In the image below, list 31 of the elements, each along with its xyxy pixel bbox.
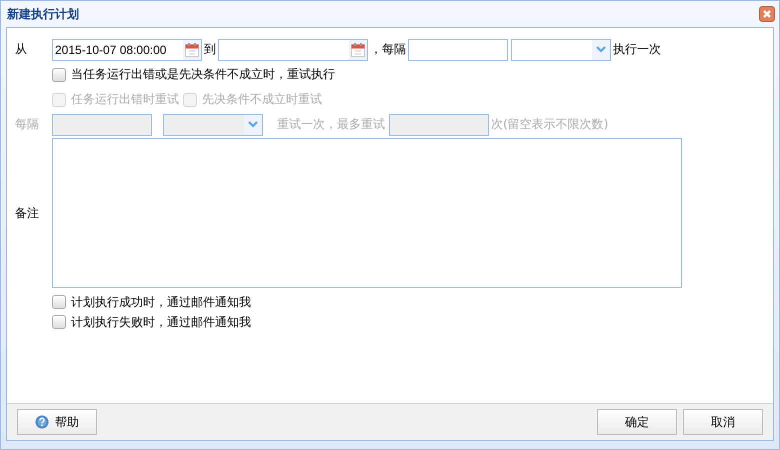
input-field[interactable] (408, 38, 508, 60)
field-label: 从 (15, 41, 28, 58)
field-label: 每隔 (15, 116, 40, 133)
checkbox-label: 任务运行出错时重试 (71, 91, 179, 108)
checkbox[interactable] (52, 295, 66, 309)
checkbox[interactable] (52, 315, 66, 329)
field-label: 次(留空表示不限次数) (491, 116, 608, 133)
date-field[interactable] (218, 38, 368, 60)
chevron-down-icon[interactable] (595, 46, 607, 54)
dropdown[interactable] (511, 38, 611, 60)
dropdown[interactable] (163, 114, 263, 136)
field-label: ，每隔 (370, 41, 406, 58)
help-button[interactable]: 帮助 (17, 409, 97, 435)
checkbox-label: 先决条件不成立时重试 (202, 91, 322, 108)
field-label: 备注 (15, 204, 40, 222)
cancel-button[interactable]: 取消 (683, 409, 763, 435)
chevron-down-icon[interactable] (247, 120, 259, 128)
calendar-icon[interactable] (184, 42, 200, 58)
window-title: 新建执行计划 (7, 6, 79, 22)
notes-field[interactable] (52, 138, 682, 288)
checkbox-label: 计划执行失败时，通过邮件通知我 (71, 314, 251, 330)
calendar-icon[interactable] (350, 42, 366, 58)
checkbox-label: 当任务运行出错或是先决条件不成立时，重试执行 (71, 66, 335, 83)
field-label: 重试一次，最多重试 (277, 116, 385, 133)
help-icon (35, 415, 49, 429)
close-icon[interactable] (759, 6, 775, 22)
date-field[interactable]: 2015-10-07 08:00:00 (52, 38, 202, 60)
ok-button[interactable]: 确定 (597, 409, 677, 435)
checkbox-label: 计划执行成功时，通过邮件通知我 (71, 294, 251, 310)
field-label: 执行一次 (613, 41, 661, 58)
field-label: 到 (204, 41, 216, 58)
